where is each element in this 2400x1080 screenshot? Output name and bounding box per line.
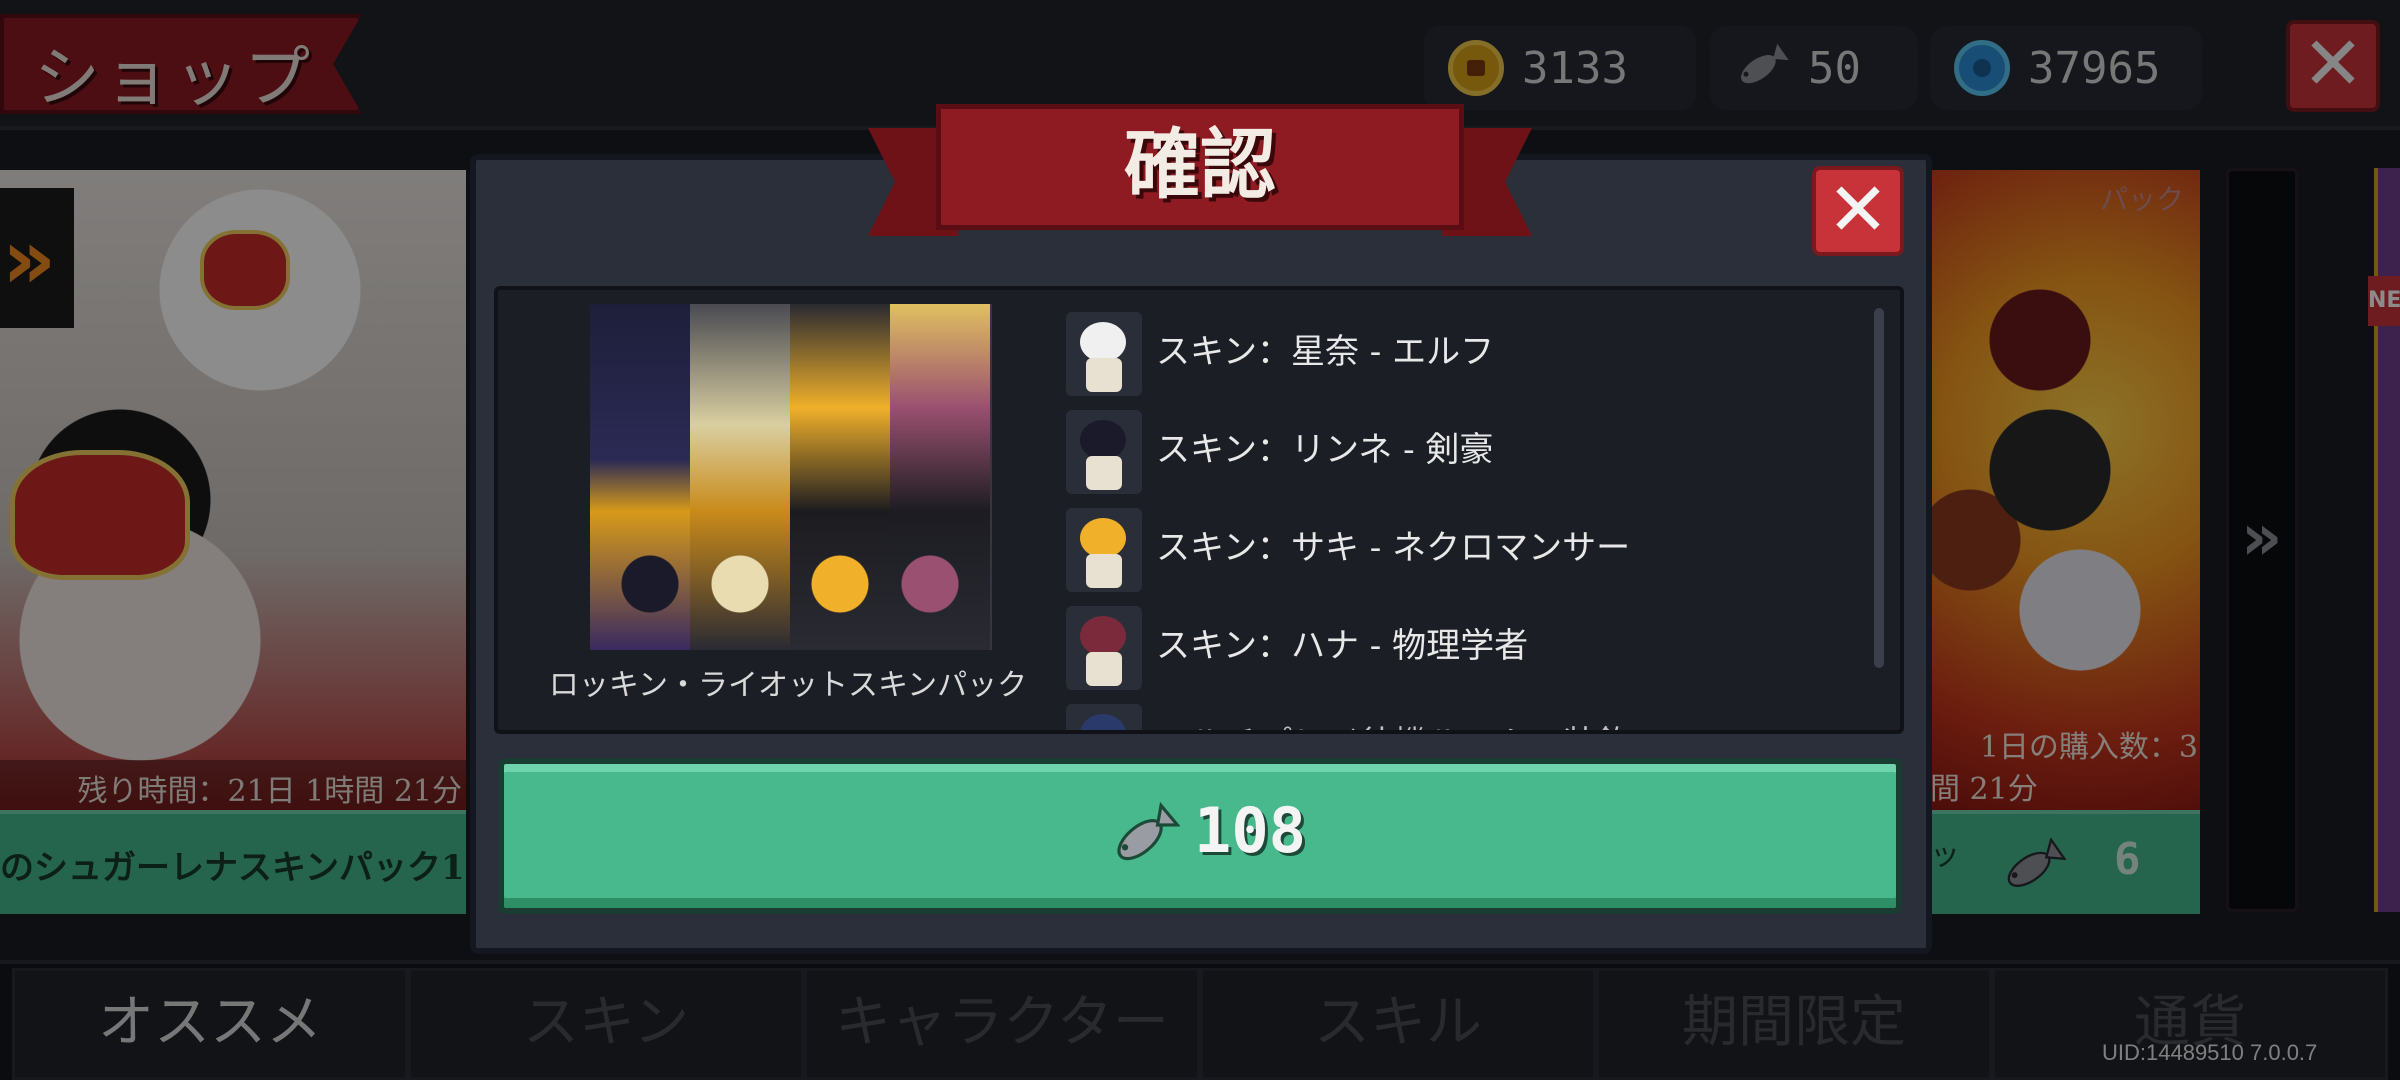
skin-avatar xyxy=(1066,606,1142,690)
chibi-sprites xyxy=(610,544,970,640)
dialog-title: 確認 xyxy=(1124,120,1276,209)
list-item: スキン：サキ - ネクロマンサー × 1 xyxy=(1066,500,1846,598)
fish-icon xyxy=(1117,801,1180,861)
skin-avatar xyxy=(1066,312,1142,396)
purchase-price: 108 xyxy=(1194,794,1306,867)
list-item: スキン：リンネ - 剣豪 × 1 xyxy=(1066,402,1846,500)
pack-name: ロッキン・ライオットスキンパック xyxy=(548,668,1028,703)
purchase-button[interactable]: 108 xyxy=(498,758,1902,914)
list-item: マルチプレイ待機ルームの装飾 xyxy=(1066,696,1846,730)
item-name: スキン：ハナ - 物理学者 xyxy=(1156,626,1529,666)
list-scrollbar[interactable] xyxy=(1874,308,1884,668)
item-name: スキン：星奈 - エルフ xyxy=(1156,332,1495,372)
skin-avatar xyxy=(1066,508,1142,592)
pack-artwork xyxy=(590,304,992,650)
item-name: スキン：サキ - ネクロマンサー xyxy=(1156,528,1631,568)
item-name: スキン：リンネ - 剣豪 xyxy=(1156,430,1494,470)
decoration-avatar xyxy=(1066,704,1142,730)
dialog-title-ribbon: 確認 xyxy=(936,104,1464,230)
close-icon: ✕ xyxy=(1826,167,1889,253)
dialog-close-button[interactable]: ✕ xyxy=(1812,166,1904,256)
list-item: スキン：星奈 - エルフ × 1 xyxy=(1066,304,1846,402)
skin-avatar xyxy=(1066,410,1142,494)
item-name: マルチプレイ待機ルームの装飾 xyxy=(1156,716,1631,730)
list-item: スキン：ハナ - 物理学者 × 1 xyxy=(1066,598,1846,696)
pack-item-list[interactable]: スキン：星奈 - エルフ × 1 スキン：リンネ - 剣豪 × 1 スキン：サキ… xyxy=(1066,304,1846,730)
pack-contents-panel: ロッキン・ライオットスキンパック スキン：星奈 - エルフ × 1 スキン：リン… xyxy=(494,286,1904,734)
